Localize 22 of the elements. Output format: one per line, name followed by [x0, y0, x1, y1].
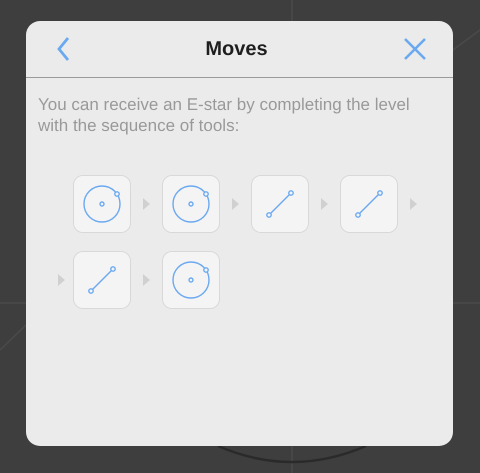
arrow-icon	[58, 274, 65, 286]
tool-tile[interactable]	[162, 251, 220, 309]
dialog-title: Moves	[205, 37, 268, 62]
arrow-icon	[143, 274, 150, 286]
arrow-icon	[321, 198, 328, 210]
tool-tile[interactable]	[73, 251, 131, 309]
tool-tile[interactable]	[73, 175, 131, 233]
description-text: You can receive an E-star by completing the level with the sequence of tools:	[38, 94, 411, 136]
circle-tool-icon	[171, 184, 211, 224]
close-button[interactable]	[403, 37, 427, 61]
arrow-icon	[232, 198, 239, 210]
arrow-icon	[410, 198, 417, 210]
tool-tile[interactable]	[162, 175, 220, 233]
tool-tile[interactable]	[340, 175, 398, 233]
arrow-icon	[143, 198, 150, 210]
back-button[interactable]	[56, 36, 70, 62]
circle-tool-icon	[82, 184, 122, 224]
line-tool-icon	[354, 189, 384, 219]
tool-tile[interactable]	[251, 175, 309, 233]
circle-tool-icon	[171, 260, 211, 300]
line-tool-icon	[265, 189, 295, 219]
line-tool-icon	[87, 265, 117, 295]
